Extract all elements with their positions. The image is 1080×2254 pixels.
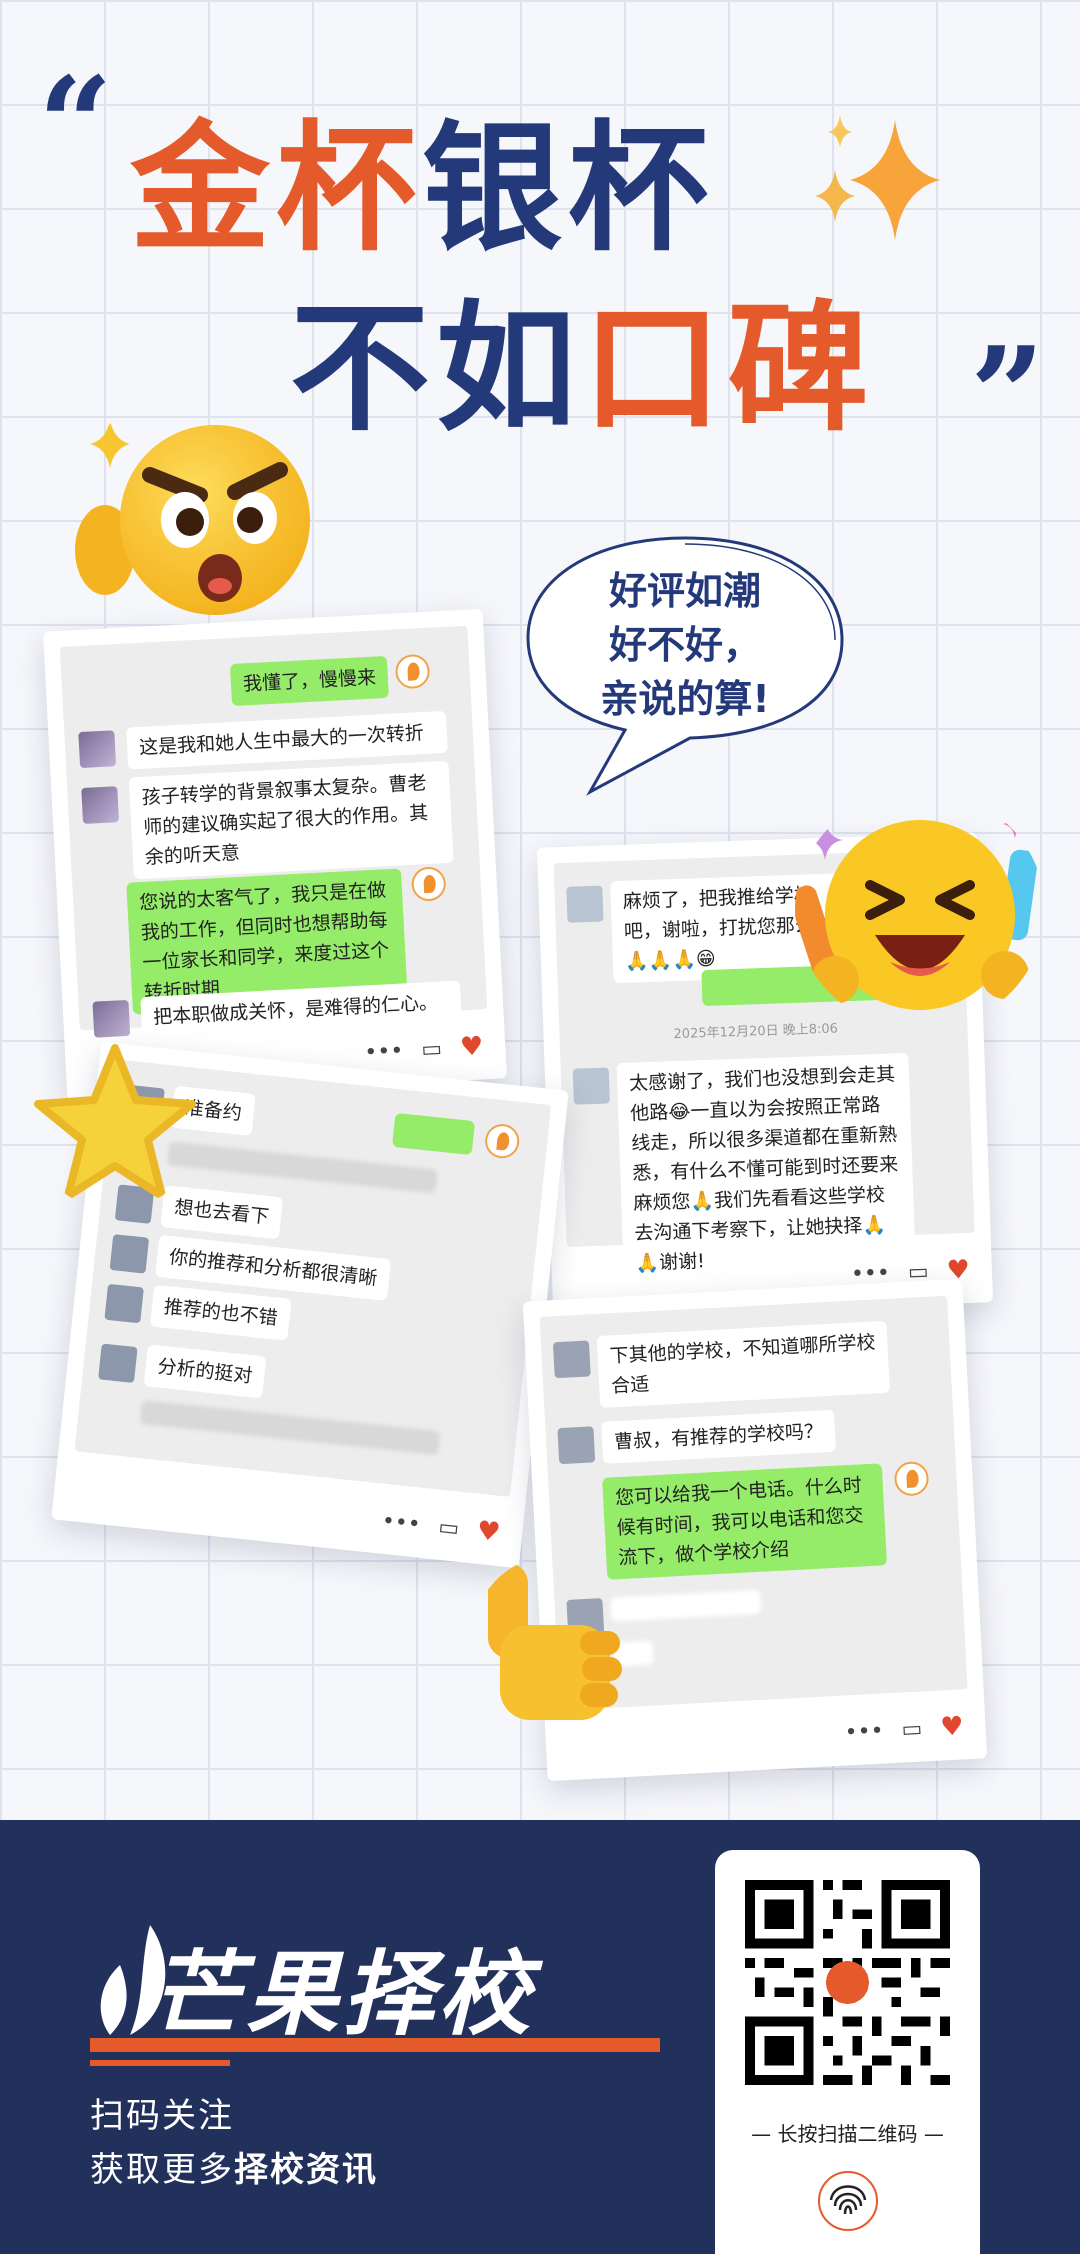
- chat-bubble-mine: 我懂了，慢慢来: [229, 655, 389, 707]
- chat-bubble-other: 太感谢了，我们也没想到会走其他路😂一直以为会按照正常路线走，所以很多渠道都在重新…: [616, 1052, 917, 1286]
- headline-line-2: 不如口碑: [290, 300, 874, 440]
- avatar: [92, 999, 131, 1038]
- sparkle-icon: [815, 115, 940, 240]
- avatar: [552, 1340, 591, 1379]
- chat-bubble-other: 孩子转学的背景叙事太复杂。曹老师的建议确实起了很大的作用。其余的听天意: [128, 760, 454, 880]
- card-actions: ••• ▭ ♥: [364, 1031, 484, 1067]
- comment-icon: ▭: [420, 1036, 443, 1063]
- speech-bubble: 好评如潮 好不好， 亲说的算!: [520, 530, 850, 800]
- bubble-line-3: 亲说的算!: [600, 677, 770, 721]
- brand-name: 芒果择校: [150, 1941, 535, 2048]
- bubble-text: 好评如潮 好不好， 亲说的算!: [520, 564, 850, 726]
- card-actions: ••• ▭ ♥: [844, 1711, 964, 1747]
- qr-code-card[interactable]: — 长按扫描二维码 —: [715, 1850, 980, 2254]
- avatar: [98, 1343, 138, 1384]
- fingerprint-icon[interactable]: [817, 2170, 879, 2232]
- comment-icon: ▭: [900, 1716, 923, 1743]
- heart-icon: ♥: [939, 1711, 965, 1743]
- scan-subtitle-prefix: 获取更多: [90, 2150, 234, 2190]
- qr-caption: — 长按扫描二维码 —: [751, 2122, 944, 2146]
- avatar: [81, 786, 120, 824]
- headline-reputation: 口碑: [582, 288, 875, 451]
- more-icon: •••: [380, 1508, 422, 1538]
- scan-subtitle-highlight: 择校资讯: [234, 2150, 378, 2190]
- avatar: [566, 885, 604, 923]
- avatar: [104, 1283, 144, 1324]
- headline-line-1: 金杯银杯: [130, 120, 714, 260]
- star-icon: [34, 1044, 196, 1200]
- more-icon: •••: [844, 1718, 885, 1746]
- footer-banner: 芒果择校 扫码关注 获取更多择校资讯 — 长按扫描二维码 —: [0, 1820, 1080, 2254]
- open-quote-mark: “: [38, 48, 113, 201]
- comment-icon: ▭: [437, 1514, 461, 1542]
- laughing-emoji-icon: [795, 810, 1038, 1010]
- chat-bubble-other: 下其他的学校，不知道哪所学校合适: [596, 1320, 891, 1408]
- headline-silver-cup: 银杯: [422, 108, 715, 271]
- heart-icon: ♥: [475, 1515, 502, 1549]
- qr-code[interactable]: [745, 1880, 950, 2085]
- more-icon: •••: [363, 1038, 404, 1066]
- avatar: [572, 1067, 610, 1105]
- close-quote-mark: ”: [970, 318, 1045, 471]
- avatar: [557, 1426, 596, 1465]
- determined-emoji-icon: [75, 420, 310, 615]
- brand-underline-accent: [90, 2060, 230, 2066]
- avatar: [78, 730, 117, 769]
- headline-not-as-good: 不如: [290, 288, 583, 451]
- chat-bubble-mine: 您可以给我一个电话。什么时候有时间，我可以电话和您交流下，做个学校介绍: [602, 1463, 888, 1580]
- thumbs-up-icon: [488, 1563, 622, 1720]
- chat-card-1: 我懂了，慢慢来 这是我和她人生中最大的一次转折 孩子转学的背景叙事太复杂。曹老师…: [43, 608, 507, 1102]
- bubble-line-1: 好评如潮: [608, 569, 761, 613]
- heart-icon: ♥: [459, 1031, 485, 1063]
- scan-prompt: 扫码关注: [90, 2096, 234, 2136]
- brand-underline: [90, 2038, 660, 2052]
- bubble-line-2: 好不好，: [608, 623, 761, 667]
- headline-gold-cup: 金杯: [130, 108, 423, 271]
- card-actions: ••• ▭ ♥: [380, 1506, 502, 1549]
- avatar: [109, 1234, 150, 1274]
- scan-subtitle: 获取更多择校资讯: [90, 2142, 378, 2191]
